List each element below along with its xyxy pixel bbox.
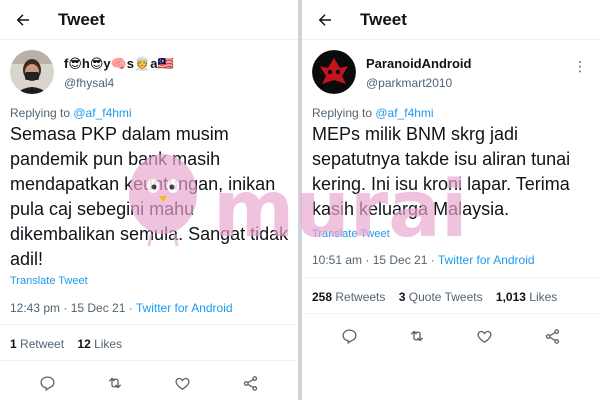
- tweet-panel-right: Tweet ParanoidAndroid @parkmart2010 ⋮ Re…: [302, 0, 600, 400]
- retweets-stat[interactable]: 258 Retweets: [312, 290, 385, 304]
- reply-button[interactable]: [37, 372, 59, 394]
- author-name[interactable]: f😎h😎y🧠s👳a🇲🇾: [64, 56, 174, 72]
- page-title: Tweet: [58, 9, 105, 29]
- like-button[interactable]: [474, 325, 496, 347]
- top-bar: Tweet: [0, 0, 298, 40]
- share-button[interactable]: [541, 325, 563, 347]
- likes-stat[interactable]: 12 Likes: [77, 337, 122, 351]
- tweet-author: f😎h😎y🧠s👳a🇲🇾 @fhysal4: [10, 50, 298, 96]
- like-icon: [477, 330, 492, 343]
- retweet-icon: [109, 377, 122, 389]
- likes-count: 12: [77, 337, 91, 351]
- likes-stat[interactable]: 1,013 Likes: [496, 290, 557, 304]
- divider: [302, 313, 600, 314]
- tweet-source-link[interactable]: Twitter for Android: [136, 301, 233, 315]
- translate-tweet-link[interactable]: Translate Tweet: [312, 228, 390, 240]
- tweet-text: MEPs milik BNM skrg jadi sepatutnya takd…: [312, 124, 571, 219]
- quote-tweets-label: Quote Tweets: [405, 290, 483, 304]
- tweet-meta: 12:43 pm · 15 Dec 21 · Twitter for Andro…: [10, 301, 233, 315]
- retweets-stat[interactable]: 1 Retweet: [10, 337, 64, 351]
- tweet-stats: 258 Retweets 3 Quote Tweets 1,013 Likes: [312, 290, 567, 304]
- author-name[interactable]: ParanoidAndroid: [366, 56, 471, 71]
- tweet-source-link[interactable]: Twitter for Android: [438, 253, 535, 267]
- quote-tweets-stat[interactable]: 3 Quote Tweets: [399, 290, 483, 304]
- replying-handle-link[interactable]: @af_f4hmi: [73, 106, 131, 120]
- translate-tweet-link[interactable]: Translate Tweet: [10, 275, 88, 287]
- retweet-button[interactable]: [406, 325, 428, 347]
- share-button[interactable]: [239, 372, 261, 394]
- tweet-timestamp: 10:51 am · 15 Dec 21 ·: [312, 253, 438, 267]
- author-handle[interactable]: @parkmart2010: [366, 76, 452, 90]
- like-button[interactable]: [172, 372, 194, 394]
- top-bar: Tweet: [302, 0, 600, 40]
- tweet-stats: 1 Retweet 12 Likes: [10, 337, 132, 351]
- divider: [0, 360, 298, 361]
- likes-count: 1,013: [495, 290, 526, 304]
- retweets-count: 258: [312, 290, 333, 304]
- page-title: Tweet: [360, 9, 407, 29]
- replying-handle-link[interactable]: @af_f4hmi: [375, 106, 433, 120]
- back-button[interactable]: [8, 5, 38, 35]
- tweet-author: ParanoidAndroid @parkmart2010 ⋮: [312, 50, 600, 96]
- likes-label: Likes: [90, 337, 123, 351]
- tweet-text: Semasa PKP dalam musim pandemik pun bank…: [10, 124, 289, 269]
- tweet-actions: [302, 325, 600, 347]
- author-handle[interactable]: @fhysal4: [64, 76, 114, 90]
- retweets-count: 1: [10, 337, 17, 351]
- retweets-label: Retweet: [16, 337, 65, 351]
- replying-prefix: Replying to: [312, 106, 376, 120]
- like-icon: [175, 377, 190, 390]
- retweet-icon: [411, 330, 424, 342]
- divider: [302, 277, 600, 278]
- retweets-label: Retweets: [332, 290, 386, 304]
- reply-icon: [342, 328, 357, 344]
- likes-label: Likes: [525, 290, 558, 304]
- more-options-button[interactable]: ⋮: [573, 58, 588, 75]
- divider: [0, 324, 298, 325]
- avatar[interactable]: [312, 50, 356, 94]
- reply-icon: [40, 375, 55, 391]
- retweet-button[interactable]: [104, 372, 126, 394]
- back-arrow-icon: [318, 13, 331, 26]
- replying-prefix: Replying to: [10, 106, 74, 120]
- back-arrow-icon: [16, 13, 29, 26]
- tweet-panel-left: Tweet f😎h😎y🧠s👳a🇲🇾 @fhysal4 Replying to @…: [0, 0, 298, 400]
- tweet-actions: [0, 372, 298, 394]
- reply-button[interactable]: [339, 325, 361, 347]
- tweet-meta: 10:51 am · 15 Dec 21 · Twitter for Andro…: [312, 253, 535, 267]
- more-icon: ⋮: [573, 58, 588, 74]
- avatar[interactable]: [10, 50, 54, 94]
- share-icon: [243, 375, 257, 391]
- back-button[interactable]: [310, 5, 340, 35]
- replying-to: Replying to @af_f4hmi: [312, 106, 434, 120]
- share-icon: [545, 328, 559, 344]
- replying-to: Replying to @af_f4hmi: [10, 106, 132, 120]
- tweet-timestamp: 12:43 pm · 15 Dec 21 ·: [10, 301, 136, 315]
